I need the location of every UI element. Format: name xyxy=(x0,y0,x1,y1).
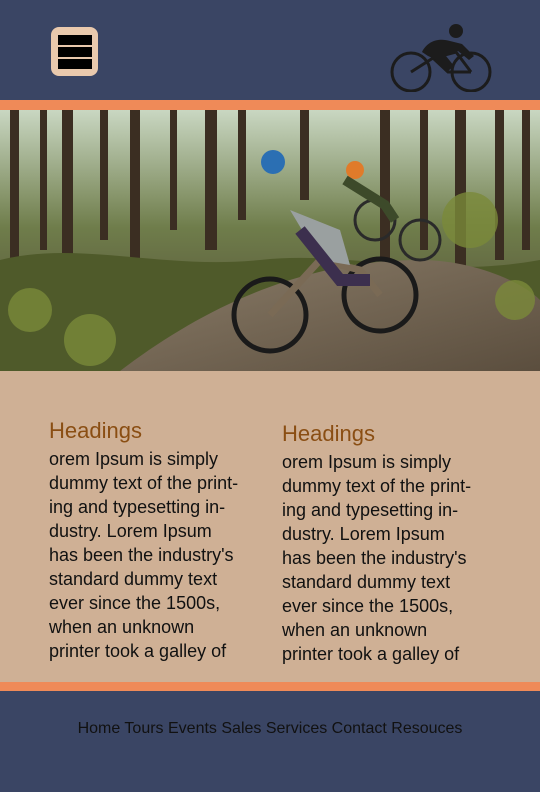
content-column-right: Headings orem Ipsum is simply dummy text… xyxy=(282,371,497,666)
nav-link-sales[interactable]: Sales xyxy=(221,720,261,737)
column-heading: Headings xyxy=(49,418,142,443)
hamburger-menu-icon xyxy=(57,34,92,69)
accent-stripe-top xyxy=(0,100,540,110)
footer-nav: Home Tours Events Sales Services Contact… xyxy=(0,720,540,738)
accent-stripe-bottom xyxy=(0,682,540,691)
nav-link-tours[interactable]: Tours xyxy=(124,720,163,737)
column-heading: Headings xyxy=(282,421,375,446)
nav-link-events[interactable]: Events xyxy=(168,720,217,737)
nav-link-services[interactable]: Services xyxy=(266,720,327,737)
cyclist-bicycle-icon[interactable] xyxy=(388,22,494,92)
site-header xyxy=(0,0,540,100)
menu-button[interactable] xyxy=(51,27,98,76)
content-section: Headings orem Ipsum is simply dummy text… xyxy=(0,371,540,682)
site-footer: Home Tours Events Sales Services Contact… xyxy=(0,691,540,792)
column-text: orem Ipsum is simply dummy text of the p… xyxy=(49,449,239,661)
nav-link-resources[interactable]: Resouces xyxy=(391,720,462,737)
nav-link-home[interactable]: Home xyxy=(78,720,121,737)
column-text: orem Ipsum is simply dummy text of the p… xyxy=(282,452,472,664)
hero-image xyxy=(0,110,540,371)
nav-link-contact[interactable]: Contact xyxy=(332,720,387,737)
content-column-left: Headings orem Ipsum is simply dummy text… xyxy=(49,371,264,663)
